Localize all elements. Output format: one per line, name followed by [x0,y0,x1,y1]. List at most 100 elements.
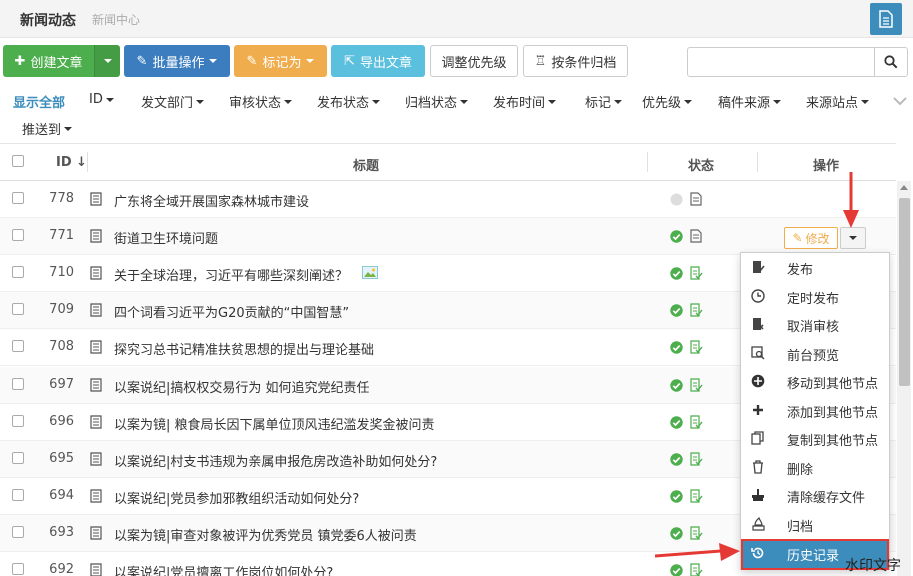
row-checkbox[interactable] [12,488,24,501]
filter-bar: 显示全部 ID 发文部门 审核状态 发布状态 归档状态 发布时间 标记 优先级 … [0,86,913,142]
select-all-checkbox[interactable] [12,155,24,167]
row-title-link[interactable]: 以案为镜| 粮食局长因下属单位顶风违纪滥发奖金被问责 [114,414,435,433]
batch-operation-button[interactable]: ✎ 批量操作 [124,45,230,77]
row-title-link[interactable]: 街道卫生环境问题 [114,228,218,247]
document-button[interactable] [870,3,902,35]
menu-item-trash[interactable]: 删除 [741,453,889,481]
article-icon [90,303,102,317]
filter-archive-status[interactable]: 归档状态 [405,92,469,111]
caret-down-icon [284,99,293,104]
caret-down-icon [64,126,73,131]
published-doc-icon [690,303,703,317]
row-title-link[interactable]: 以案为镜|审查对象被评为优秀党员 镇党委6人被问责 [114,525,417,544]
column-header-title: 标题 [353,159,380,174]
row-actions-dropdown[interactable] [840,227,866,249]
preview-icon [751,345,765,360]
menu-item-label: 添加到其他节点 [787,405,879,421]
create-article-label: 创建文章 [30,55,83,71]
menu-item-copy[interactable]: 复制到其他节点 [741,424,889,452]
row-title-link[interactable]: 四个词看习近平为G20贡献的“中国智慧” [114,302,349,321]
row-checkbox[interactable] [12,229,24,242]
caret-down-icon [684,99,693,104]
menu-item-archive[interactable]: 归档 [741,510,889,538]
column-header-id[interactable]: ID ↓ [56,155,87,170]
filter-source[interactable]: 稿件来源 [718,92,782,111]
edit-label: 修改 [805,231,830,246]
row-title-link[interactable]: 以案说纪|搞权权交易行为 如何追究党纪责任 [114,377,370,396]
edit-button[interactable]: ✎ 修改 [784,227,838,249]
row-id: 708 [49,339,74,355]
row-title-link[interactable]: 广东将全域开展国家森林城市建设 [114,191,309,210]
filter-source-site[interactable]: 来源站点 [806,92,870,111]
menu-item-unapprove[interactable]: 取消审核 [741,310,889,338]
filter-priority[interactable]: 优先级 [642,92,693,111]
caret-down-icon [614,99,623,104]
caret-down-icon [209,59,218,63]
row-checkbox[interactable] [12,451,24,464]
row-checkbox[interactable] [12,525,24,538]
clear-cache-icon [751,488,765,502]
row-checkbox[interactable] [12,266,24,279]
row-title-link[interactable]: 关于全球治理，习近平有哪些深刻阐述？ [114,265,348,284]
published-doc-icon [690,340,703,354]
row-title-link[interactable]: 探究习总书记精准扶贫思想的提出与理论基础 [114,339,374,358]
adjust-priority-button[interactable]: 调整优先级 [430,45,518,77]
menu-item-clear-cache[interactable]: 清除缓存文件 [741,481,889,509]
scrollbar-thumb[interactable] [899,198,910,386]
filter-department[interactable]: 发文部门 [141,92,205,111]
menu-item-preview[interactable]: 前台预览 [741,339,889,367]
create-article-dropdown[interactable] [94,45,120,77]
row-checkbox[interactable] [12,377,24,390]
row-title-link[interactable]: 以案说纪|党员参加邪教组织活动如何处分? [114,488,359,507]
filter-publish-time[interactable]: 发布时间 [493,92,557,111]
caret-down-icon [849,236,857,240]
table-row[interactable]: 778 广东将全域开展国家森林城市建设 [0,181,896,218]
menu-item-clock[interactable]: 定时发布 [741,282,889,310]
row-id: 710 [49,265,74,281]
create-article-button[interactable]: ✚ 创建文章 [3,45,94,77]
expand-filters-icon[interactable] [893,96,907,106]
menu-item-label: 清除缓存文件 [787,491,866,506]
filter-push-to[interactable]: 推送到 [22,119,73,138]
search-input[interactable] [687,47,875,77]
search-button[interactable] [874,47,908,77]
table-row[interactable]: 771 街道卫生环境问题 [0,218,896,256]
row-checkbox[interactable] [12,563,24,575]
archive-by-condition-button[interactable]: ♖ 按条件归档 [523,45,628,77]
menu-item-label: 前台预览 [787,348,840,364]
row-checkbox[interactable] [12,303,24,316]
row-id: 709 [49,302,74,318]
row-title-link[interactable]: 以案说纪|村支书违规为亲属申报危房改造补助如何处分? [114,451,437,470]
check-circle-icon [670,230,683,243]
filter-review-status[interactable]: 审核状态 [229,92,293,111]
published-doc-icon [690,489,703,503]
doc-status-icon [690,229,702,243]
published-doc-icon [690,452,703,466]
mark-as-button[interactable]: ✎ 标记为 [234,45,327,77]
filter-id[interactable]: ID [89,92,114,107]
annotation-arrow-right [655,543,740,561]
caret-down-icon [306,59,315,63]
row-actions-menu: 发布 定时发布 取消审核前台预览移动到其他节点添加到其他节点复制到其他节点 删除清除缓… [740,252,890,570]
row-checkbox[interactable] [12,192,24,204]
row-checkbox[interactable] [12,340,24,353]
filter-show-all[interactable]: 显示全部 [13,92,65,111]
article-icon [90,266,102,280]
document-icon [879,10,893,28]
page-header: 新闻动态 新闻中心 [0,0,913,38]
filter-publish-status[interactable]: 发布状态 [317,92,381,111]
menu-item-publish[interactable]: 发布 [741,253,889,281]
column-divider [87,152,88,172]
row-title-link[interactable]: 以案说纪|党员擅离工作岗位如何处分? [114,562,333,576]
menu-item-move[interactable]: 移动到其他节点 [741,367,889,395]
filter-mark[interactable]: 标记 [585,92,623,111]
column-header-status: 状态 [688,159,715,174]
row-id: 693 [49,524,74,540]
check-circle-icon [670,267,683,280]
export-article-button[interactable]: ⇱ 导出文章 [331,45,425,77]
published-doc-icon [690,526,703,540]
scroll-up-icon[interactable] [900,184,908,190]
row-checkbox[interactable] [12,414,24,427]
unpublished-circle-icon [670,193,683,206]
menu-item-plus[interactable]: 添加到其他节点 [741,396,889,424]
